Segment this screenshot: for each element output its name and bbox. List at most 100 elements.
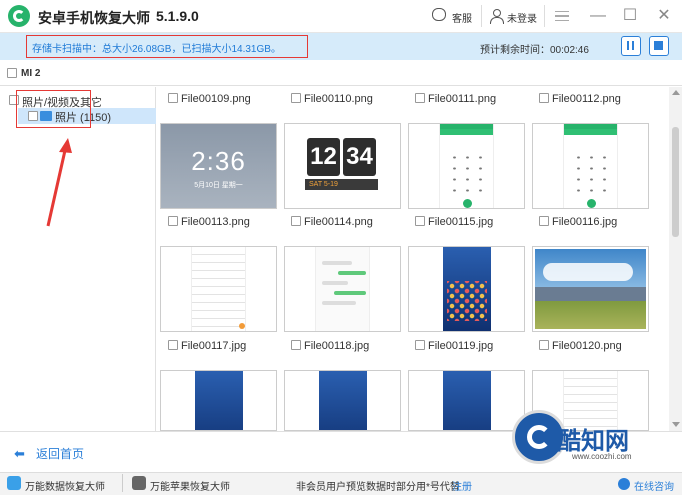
flip-clock-date: SAT 5-19: [305, 179, 378, 190]
apple-recovery-app-icon[interactable]: [132, 476, 146, 490]
lock-screen-date: 5月10日 星期一: [194, 182, 243, 189]
app-version: 5.1.9.0: [156, 8, 199, 24]
file-item-label[interactable]: File00115.jpg: [415, 216, 493, 228]
file-item-label[interactable]: File00116.jpg: [539, 216, 617, 228]
file-checkbox[interactable]: [168, 216, 178, 226]
user-icon[interactable]: [490, 9, 504, 24]
register-link[interactable]: 注册: [452, 478, 472, 493]
home-screen-screenshot: [443, 247, 491, 331]
product-link-data-recovery[interactable]: 万能数据恢复大师: [25, 478, 105, 493]
home-screen-screenshot: [443, 371, 491, 430]
divider: [544, 5, 545, 27]
device-row: [0, 60, 682, 86]
file-thumbnail[interactable]: [408, 123, 525, 209]
file-checkbox[interactable]: [168, 93, 178, 103]
scroll-down-arrow-icon[interactable]: [672, 422, 680, 427]
file-checkbox[interactable]: [539, 216, 549, 226]
app-window: 安卓手机恢复大师 5.1.9.0 客服 未登录 — ☐ ✕ 存储卡扫描中：总大小…: [0, 0, 682, 495]
menu-icon[interactable]: [555, 11, 569, 21]
data-recovery-app-icon[interactable]: [7, 476, 21, 490]
file-name: File00114.png: [304, 216, 373, 228]
file-checkbox[interactable]: [415, 216, 425, 226]
file-name: File00111.png: [428, 93, 497, 105]
file-thumbnail[interactable]: 2:36 5月10日 星期一: [160, 123, 277, 209]
file-item-label[interactable]: File00113.png: [168, 216, 250, 228]
file-checkbox[interactable]: [539, 340, 549, 350]
device-name: MI 2: [21, 68, 41, 79]
annotation-highlight-box: [26, 35, 308, 58]
file-checkbox[interactable]: [291, 216, 301, 226]
scrollbar-thumb[interactable]: [672, 127, 679, 237]
file-name: File00110.png: [304, 93, 373, 105]
watermark-url: www.coozhi.com: [572, 452, 632, 461]
file-name: File00112.png: [552, 93, 621, 105]
file-thumbnail[interactable]: [160, 246, 277, 332]
file-name: File00117.jpg: [181, 340, 247, 352]
close-button[interactable]: ✕: [654, 6, 674, 26]
home-screen-screenshot: [195, 371, 243, 430]
back-home-link[interactable]: 返回首页: [36, 445, 84, 462]
stop-icon: [654, 41, 663, 50]
login-status-button[interactable]: 未登录: [507, 10, 537, 25]
file-thumbnail[interactable]: [408, 246, 525, 332]
file-name: File00120.png: [552, 340, 622, 352]
annotation-arrow: [46, 138, 72, 227]
file-thumbnail[interactable]: [284, 370, 401, 431]
file-name: File00113.png: [181, 216, 250, 228]
file-thumbnail[interactable]: [408, 370, 525, 431]
file-item-label[interactable]: File00120.png: [539, 340, 622, 352]
app-title: 安卓手机恢复大师: [38, 10, 150, 26]
chat-screenshot: [315, 247, 370, 331]
watermark-brand: 酷知网: [557, 428, 629, 455]
file-name: File00118.jpg: [304, 340, 370, 352]
file-thumbnail[interactable]: [160, 370, 277, 431]
product-link-apple-recovery[interactable]: 万能苹果恢复大师: [150, 478, 230, 493]
file-item-label[interactable]: File00111.png: [415, 93, 496, 105]
settings-screenshot: [191, 247, 246, 331]
file-checkbox[interactable]: [415, 93, 425, 103]
chat-bubble-icon[interactable]: [432, 8, 446, 21]
file-thumbnail[interactable]: [284, 246, 401, 332]
annotation-arrow-line: [46, 145, 68, 227]
online-consult-link[interactable]: 在线咨询: [634, 478, 674, 493]
file-checkbox[interactable]: [291, 93, 301, 103]
file-item-label[interactable]: File00109.png: [168, 93, 251, 105]
scroll-up-arrow-icon[interactable]: [672, 90, 680, 95]
file-thumbnail[interactable]: [532, 246, 649, 332]
file-name: File00116.jpg: [552, 216, 618, 228]
file-checkbox[interactable]: [291, 340, 301, 350]
customer-service-button[interactable]: 客服: [452, 10, 472, 25]
annotation-highlight-box: [16, 90, 91, 128]
file-checkbox[interactable]: [415, 340, 425, 350]
file-item-label[interactable]: File00114.png: [291, 216, 373, 228]
file-checkbox[interactable]: [168, 340, 178, 350]
file-name: File00119.jpg: [428, 340, 494, 352]
pause-icon: [627, 41, 634, 50]
device-checkbox[interactable]: [7, 68, 17, 78]
file-item-label[interactable]: File00112.png: [539, 93, 621, 105]
file-item-label[interactable]: File00110.png: [291, 93, 373, 105]
maximize-button[interactable]: ☐: [620, 6, 640, 26]
file-checkbox[interactable]: [539, 93, 549, 103]
dialer-screenshot: [563, 124, 618, 208]
remaining-time-text: 预计剩余时间：00:02:46: [480, 45, 589, 56]
app-logo-icon: [8, 5, 30, 27]
annotation-arrow-head: [59, 138, 72, 153]
flip-clock-hour: 12: [307, 138, 340, 176]
back-arrow-icon[interactable]: ⬅: [14, 446, 25, 462]
file-item-label[interactable]: File00117.jpg: [168, 340, 246, 352]
pause-scan-button[interactable]: [621, 36, 641, 56]
file-item-label[interactable]: File00119.jpg: [415, 340, 493, 352]
online-chat-icon[interactable]: [618, 478, 630, 490]
divider: [481, 5, 482, 27]
file-thumbnail[interactable]: 12 34 SAT 5-19: [284, 123, 401, 209]
file-name: File00115.jpg: [428, 216, 494, 228]
vertical-scrollbar[interactable]: [669, 87, 682, 431]
file-thumbnail[interactable]: [532, 123, 649, 209]
file-name: File00109.png: [181, 93, 251, 105]
file-item-label[interactable]: File00118.jpg: [291, 340, 369, 352]
dialer-screenshot: [439, 124, 494, 208]
member-notice: 非会员用户预览数据时部分用*号代替: [296, 482, 460, 493]
minimize-button[interactable]: —: [588, 6, 608, 26]
stop-scan-button[interactable]: [649, 36, 669, 56]
